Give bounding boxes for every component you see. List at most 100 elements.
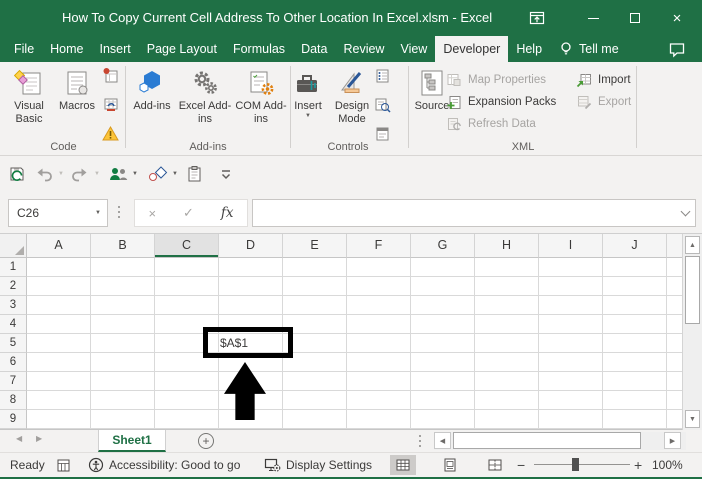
macros-button[interactable]: Macros	[54, 64, 100, 113]
column-headers: A B C D E F G H I J	[27, 234, 682, 258]
save-button[interactable]	[8, 164, 26, 184]
formula-input[interactable]	[252, 199, 696, 227]
row-header-6[interactable]: 6	[0, 353, 27, 372]
tab-review[interactable]: Review	[335, 36, 392, 62]
horizontal-scrollbar[interactable]: ◀ ▶	[434, 432, 686, 450]
column-header-a[interactable]: A	[27, 234, 91, 258]
undo-button[interactable]: ▼	[34, 164, 64, 184]
record-macro-button[interactable]	[102, 67, 119, 89]
expand-formula-bar-icon[interactable]	[681, 207, 691, 217]
redo-button[interactable]: ▼	[70, 164, 100, 184]
sheet-tab-sheet1[interactable]: Sheet1	[98, 430, 166, 452]
comments-button[interactable]	[664, 38, 690, 60]
addins-button[interactable]: Add-ins	[130, 64, 174, 113]
minimize-button[interactable]	[578, 4, 608, 32]
row-header-9[interactable]: 9	[0, 410, 27, 429]
name-box[interactable]: C26 ▼	[8, 199, 108, 227]
horizontal-scroll-thumb[interactable]	[453, 432, 641, 449]
row-header-8[interactable]: 8	[0, 391, 27, 410]
tab-page-layout[interactable]: Page Layout	[139, 36, 225, 62]
visual-basic-button[interactable]: Visual Basic	[6, 64, 52, 126]
macro-recording-button[interactable]	[56, 453, 71, 477]
tab-developer[interactable]: Developer	[435, 36, 508, 62]
row-header-2[interactable]: 2	[0, 277, 27, 296]
formula-bar-grip[interactable]	[118, 206, 120, 218]
view-normal-button[interactable]	[390, 455, 416, 475]
zoom-slider-handle[interactable]	[572, 458, 579, 471]
column-header-e[interactable]: E	[283, 234, 347, 258]
scroll-right-button[interactable]: ▶	[664, 432, 681, 449]
zoom-in-button[interactable]: +	[634, 453, 642, 477]
use-relative-references-button[interactable]	[102, 96, 119, 118]
zoom-out-button[interactable]: −	[517, 453, 525, 477]
insert-control-button[interactable]: Insert ▼	[288, 64, 328, 119]
excel-addins-button[interactable]: Excel Add-ins	[178, 64, 232, 126]
vertical-scroll-thumb[interactable]	[685, 256, 700, 324]
column-header-b[interactable]: B	[91, 234, 155, 258]
column-header-partial[interactable]	[667, 234, 682, 258]
insert-function-button[interactable]: fx	[221, 205, 234, 221]
tab-file[interactable]: File	[6, 36, 42, 62]
tab-formulas[interactable]: Formulas	[225, 36, 293, 62]
clipboard-button[interactable]	[186, 164, 202, 184]
select-all-button[interactable]	[0, 234, 27, 258]
import-button[interactable]: Import	[576, 72, 631, 88]
redo-dropdown-icon[interactable]: ▼	[94, 171, 100, 177]
next-sheet-button[interactable]: ▶	[36, 434, 42, 443]
customize-qat-button[interactable]	[220, 164, 232, 184]
cancel-button[interactable]: ×	[148, 206, 156, 221]
shapes-dropdown-icon[interactable]: ▼	[172, 171, 178, 177]
com-addins-label: COM Add-ins	[234, 100, 288, 126]
column-header-c-selected[interactable]: C	[155, 234, 219, 258]
expansion-packs-button[interactable]: Expansion Packs	[446, 94, 556, 110]
undo-dropdown-icon[interactable]: ▼	[58, 171, 64, 177]
insert-dropdown-icon[interactable]: ▼	[305, 113, 311, 119]
tab-home[interactable]: Home	[42, 36, 91, 62]
tab-help[interactable]: Help	[508, 36, 550, 62]
row-header-3[interactable]: 3	[0, 296, 27, 315]
new-sheet-button[interactable]: +	[198, 433, 214, 449]
tab-insert[interactable]: Insert	[92, 36, 139, 62]
maximize-button[interactable]	[620, 4, 650, 32]
accessibility-status[interactable]: Accessibility: Good to go	[88, 453, 240, 477]
scroll-left-button[interactable]: ◀	[434, 432, 451, 449]
share-dropdown-icon[interactable]: ▼	[132, 171, 138, 177]
column-header-d[interactable]: D	[219, 234, 283, 258]
zoom-slider-track[interactable]	[534, 464, 630, 465]
display-settings-button[interactable]: Display Settings	[264, 453, 372, 477]
close-button[interactable]: ×	[662, 4, 692, 32]
grid-cells[interactable]	[27, 258, 682, 429]
scroll-down-button[interactable]: ▼	[685, 410, 700, 428]
row-header-7[interactable]: 7	[0, 372, 27, 391]
scroll-up-button[interactable]: ▲	[685, 236, 700, 254]
row-header-1[interactable]: 1	[0, 258, 27, 277]
vertical-scrollbar[interactable]: ▲ ▼	[682, 234, 702, 430]
view-page-break-button[interactable]	[482, 455, 508, 475]
design-mode-button[interactable]: Design Mode	[330, 64, 374, 126]
column-header-h[interactable]: H	[475, 234, 539, 258]
name-box-dropdown-icon[interactable]: ▼	[95, 210, 101, 216]
properties-button[interactable]	[374, 67, 391, 89]
row-header-5[interactable]: 5	[0, 334, 27, 353]
row-header-4[interactable]: 4	[0, 315, 27, 334]
shapes-button[interactable]: ▼	[148, 164, 178, 184]
save-icon	[8, 165, 26, 183]
view-page-layout-button[interactable]	[437, 455, 463, 475]
view-code-button[interactable]	[374, 96, 391, 118]
enter-button[interactable]: ✓	[183, 205, 194, 221]
tab-data[interactable]: Data	[293, 36, 335, 62]
column-header-j[interactable]: J	[603, 234, 667, 258]
tab-scroll-grip[interactable]	[419, 435, 421, 447]
column-header-i[interactable]: I	[539, 234, 603, 258]
tab-view[interactable]: View	[392, 36, 435, 62]
share-collaborate-button[interactable]: ▼	[108, 164, 138, 184]
title-bar: How To Copy Current Cell Address To Othe…	[0, 0, 702, 36]
previous-sheet-button[interactable]: ◀	[16, 434, 22, 443]
com-addins-button[interactable]: COM Add-ins	[234, 64, 288, 126]
tell-me-control[interactable]: Tell me	[558, 36, 619, 62]
zoom-level[interactable]: 100%	[652, 453, 683, 477]
column-header-f[interactable]: F	[347, 234, 411, 258]
accessibility-label: Accessibility: Good to go	[109, 458, 240, 472]
ribbon-display-options-button[interactable]	[522, 4, 552, 32]
column-header-g[interactable]: G	[411, 234, 475, 258]
